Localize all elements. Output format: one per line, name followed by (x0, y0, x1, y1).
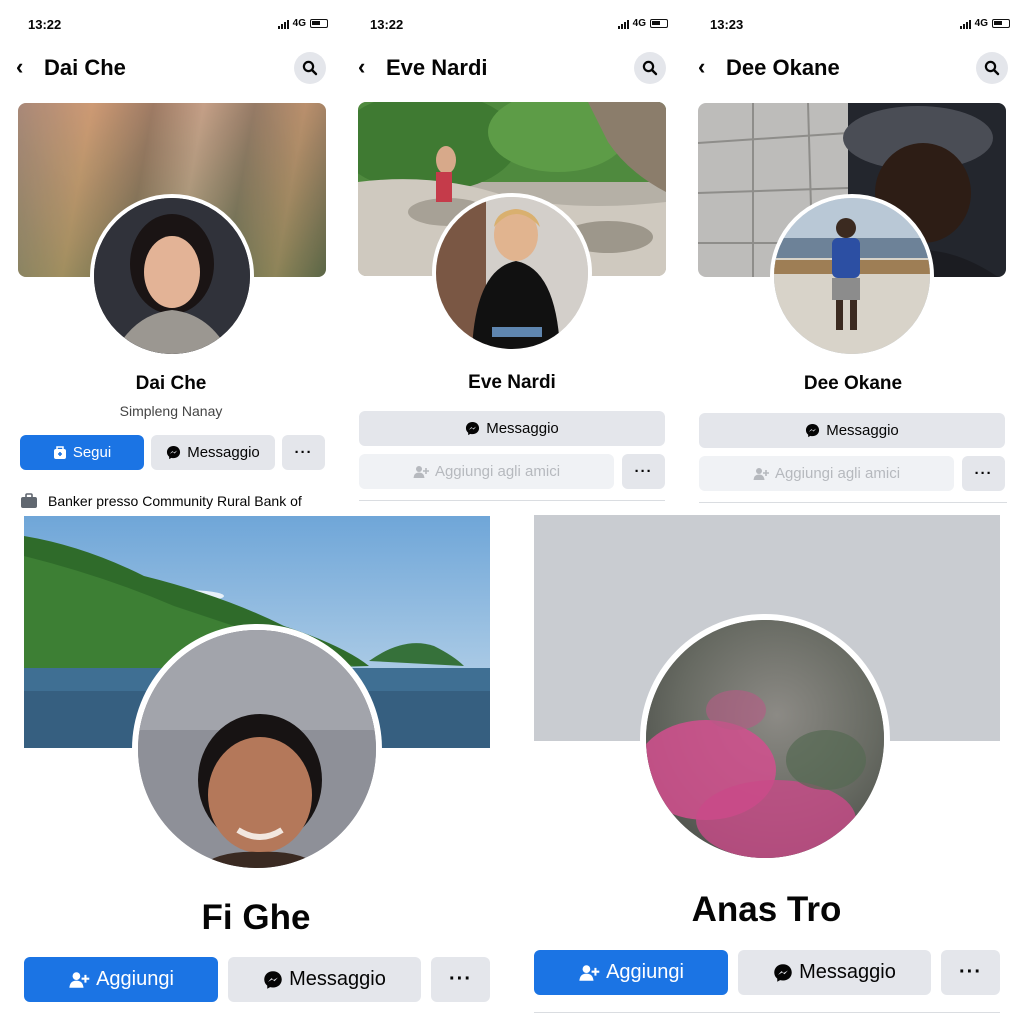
battery-icon (310, 19, 328, 28)
add-friend-icon (413, 465, 429, 478)
nav-bar: ‹ Dee Okane (682, 52, 1024, 84)
status-time: 13:22 (370, 17, 404, 32)
more-options-button[interactable]: ··· (431, 957, 490, 1002)
status-bar: 13:22 4G (0, 14, 342, 34)
add-friend-button[interactable]: Aggiungi agli amici (699, 456, 954, 491)
add-friend-icon (579, 964, 600, 981)
messenger-icon (264, 970, 282, 989)
divider (534, 1012, 1000, 1013)
message-button-label: Messaggio (826, 422, 899, 439)
divider (359, 500, 665, 501)
profile-name: Eve Nardi (468, 372, 556, 393)
messenger-icon (466, 421, 480, 436)
network-label: 4G (292, 18, 306, 29)
profile-photo[interactable] (132, 624, 382, 874)
signal-icon (277, 19, 289, 29)
profile-screen-anas-tro: Anas Tro Aggiungi Messaggio ··· (512, 512, 1024, 1024)
message-button[interactable]: Messaggio (699, 413, 1005, 448)
search-button[interactable] (976, 52, 1008, 84)
page-title: Eve Nardi (386, 55, 488, 80)
more-options-button[interactable]: ··· (941, 950, 1000, 995)
profile-bio: Simpleng Nanay (119, 403, 223, 419)
search-icon (984, 60, 1000, 76)
network-label: 4G (632, 18, 646, 29)
message-button-label: Messaggio (799, 961, 896, 983)
message-button[interactable]: Messaggio (151, 435, 275, 470)
status-time: 13:23 (710, 17, 744, 32)
add-friend-icon (69, 971, 90, 988)
profile-photo[interactable] (640, 614, 890, 864)
page-title: Dee Okane (726, 55, 840, 80)
profile-name: Fi Ghe (201, 898, 311, 937)
add-friend-button-label: Aggiungi (96, 968, 174, 990)
profile-screen-fi-ghe: Fi Ghe Aggiungi Messaggio ··· (0, 512, 512, 1024)
work-prefix: Banker presso (48, 493, 139, 509)
divider (699, 502, 1007, 503)
briefcase-icon (21, 493, 37, 508)
message-button-label: Messaggio (187, 444, 260, 461)
follow-button-label: Segui (72, 444, 112, 461)
message-button[interactable]: Messaggio (738, 950, 931, 995)
more-options-button[interactable]: ··· (282, 435, 325, 470)
profile-name: Anas Tro (691, 890, 842, 929)
profile-photo[interactable] (770, 194, 934, 358)
message-button-label: Messaggio (289, 968, 386, 990)
battery-icon (992, 19, 1010, 28)
signal-icon (617, 19, 629, 29)
work-info: Banker presso Community Rural Bank of (20, 493, 302, 509)
profile-photo[interactable] (432, 193, 592, 353)
search-icon (302, 60, 318, 76)
status-bar: 13:22 4G (342, 14, 682, 34)
follow-icon (53, 445, 66, 459)
page-title: Dai Che (44, 55, 126, 80)
back-button[interactable]: ‹ (698, 54, 705, 80)
status-time: 13:22 (28, 17, 62, 32)
back-button[interactable]: ‹ (358, 54, 365, 80)
messenger-icon (806, 423, 820, 438)
message-button[interactable]: Messaggio (359, 411, 665, 446)
search-button[interactable] (634, 52, 666, 84)
profile-name: Dee Okane (803, 373, 903, 394)
add-friend-button-label: Aggiungi agli amici (434, 463, 561, 480)
add-friend-button[interactable]: Aggiungi agli amici (359, 454, 614, 489)
add-friend-button[interactable]: Aggiungi (24, 957, 218, 1002)
work-place[interactable]: Community Rural Bank of (142, 493, 302, 509)
add-friend-button[interactable]: Aggiungi (534, 950, 728, 995)
status-bar: 13:23 4G (682, 14, 1024, 34)
add-friend-button-label: Aggiungi agli amici (774, 465, 901, 482)
messenger-icon (774, 963, 792, 982)
signal-icon (959, 19, 971, 29)
messenger-icon (167, 445, 181, 460)
profile-photo[interactable] (90, 194, 254, 358)
profile-name: Dai Che (135, 373, 207, 394)
add-friend-icon (753, 467, 769, 480)
profile-screen-eve-nardi: 13:22 4G ‹ Eve Nardi Eve Nardi Messaggio… (342, 0, 682, 512)
message-button[interactable]: Messaggio (228, 957, 421, 1002)
network-label: 4G (974, 18, 988, 29)
message-button-label: Messaggio (486, 420, 559, 437)
nav-bar: ‹ Eve Nardi (342, 52, 682, 84)
more-options-button[interactable]: ··· (622, 454, 665, 489)
search-icon (642, 60, 658, 76)
add-friend-button-label: Aggiungi (606, 961, 684, 983)
search-button[interactable] (294, 52, 326, 84)
nav-bar: ‹ Dai Che (0, 52, 342, 84)
back-button[interactable]: ‹ (16, 54, 23, 80)
follow-button[interactable]: Segui (20, 435, 144, 470)
profile-screen-dai-che: 13:22 4G ‹ Dai Che Dai Che Simpleng Nana… (0, 0, 342, 512)
more-options-button[interactable]: ··· (962, 456, 1005, 491)
profile-screen-dee-okane: 13:23 4G ‹ Dee Okane Dee Okane Messaggio… (682, 0, 1024, 512)
battery-icon (650, 19, 668, 28)
